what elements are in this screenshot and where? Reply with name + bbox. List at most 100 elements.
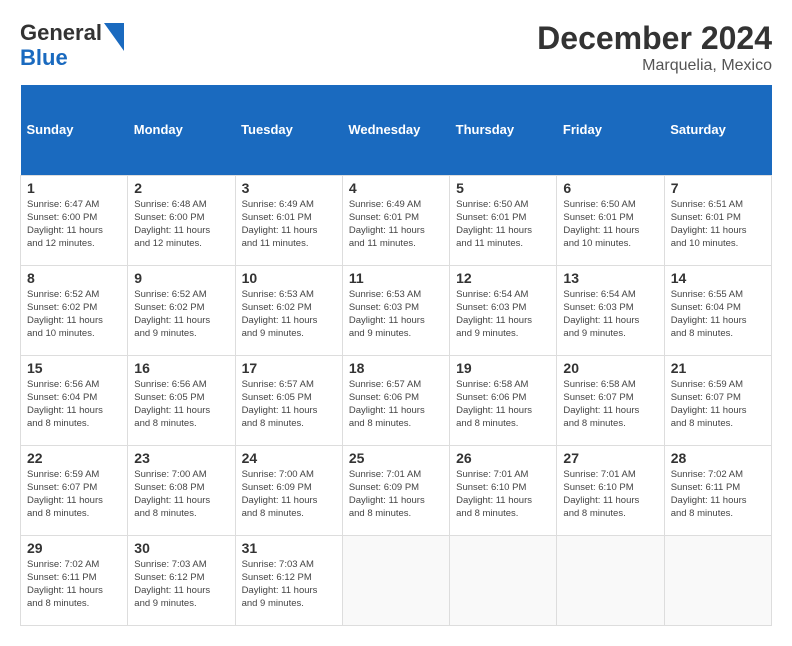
day-info: Sunrise: 6:59 AMSunset: 6:07 PMDaylight:… [671,378,765,431]
calendar-week-1: 1Sunrise: 6:47 AMSunset: 6:00 PMDaylight… [21,175,772,265]
day-info: Sunrise: 6:53 AMSunset: 6:02 PMDaylight:… [242,288,336,341]
day-info: Sunrise: 7:00 AMSunset: 6:09 PMDaylight:… [242,468,336,521]
day-number: 27 [563,450,657,466]
day-info: Sunrise: 6:54 AMSunset: 6:03 PMDaylight:… [456,288,550,341]
day-number: 30 [134,540,228,556]
day-number: 16 [134,360,228,376]
weekday-header-sunday: Sunday [21,85,128,175]
calendar-cell: 2 Sunrise: 6:48 AMSunset: 6:00 PMDaylight… [128,175,235,265]
day-info: Sunrise: 6:54 AMSunset: 6:03 PMDaylight:… [563,288,657,341]
calendar-cell: 10 Sunrise: 6:53 AMSunset: 6:02 PMDayligh… [235,265,342,355]
calendar-cell: 4 Sunrise: 6:49 AMSunset: 6:01 PMDaylight… [342,175,449,265]
day-number: 11 [349,270,443,286]
day-info: Sunrise: 6:51 AMSunset: 6:01 PMDaylight:… [671,198,765,251]
day-number: 2 [134,180,228,196]
calendar-week-2: 8 Sunrise: 6:52 AMSunset: 6:02 PMDaylight… [21,265,772,355]
day-number: 29 [27,540,121,556]
day-info: Sunrise: 6:57 AMSunset: 6:06 PMDaylight:… [349,378,443,431]
weekday-header-thursday: Thursday [450,85,557,175]
day-number: 31 [242,540,336,556]
day-number: 22 [27,450,121,466]
day-info: Sunrise: 7:01 AMSunset: 6:10 PMDaylight:… [563,468,657,521]
day-info: Sunrise: 6:49 AMSunset: 6:01 PMDaylight:… [242,198,336,251]
calendar-cell: 13Sunrise: 6:54 AMSunset: 6:03 PMDayligh… [557,265,664,355]
calendar-table: SundayMondayTuesdayWednesdayThursdayFrid… [20,85,772,626]
day-info: Sunrise: 6:50 AMSunset: 6:01 PMDaylight:… [456,198,550,251]
day-number: 12 [456,270,550,286]
day-number: 28 [671,450,765,466]
calendar-cell: 24 Sunrise: 7:00 AMSunset: 6:09 PMDayligh… [235,445,342,535]
day-number: 7 [671,180,765,196]
day-info: Sunrise: 6:52 AMSunset: 6:02 PMDaylight:… [134,288,228,341]
day-info: Sunrise: 6:57 AMSunset: 6:05 PMDaylight:… [242,378,336,431]
calendar-cell: 27 Sunrise: 7:01 AMSunset: 6:10 PMDayligh… [557,445,664,535]
calendar-cell: 25 Sunrise: 7:01 AMSunset: 6:09 PMDayligh… [342,445,449,535]
calendar-cell: 21 Sunrise: 6:59 AMSunset: 6:07 PMDayligh… [664,355,771,445]
weekday-header-saturday: Saturday [664,85,771,175]
day-info: Sunrise: 7:00 AMSunset: 6:08 PMDaylight:… [134,468,228,521]
day-info: Sunrise: 6:56 AMSunset: 6:04 PMDaylight:… [27,378,121,431]
calendar-cell: 18 Sunrise: 6:57 AMSunset: 6:06 PMDayligh… [342,355,449,445]
day-info: Sunrise: 6:56 AMSunset: 6:05 PMDaylight:… [134,378,228,431]
day-info: Sunrise: 7:01 AMSunset: 6:09 PMDaylight:… [349,468,443,521]
calendar-cell: 9 Sunrise: 6:52 AMSunset: 6:02 PMDaylight… [128,265,235,355]
day-number: 19 [456,360,550,376]
logo-blue: Blue [20,45,102,70]
calendar-cell: 17Sunrise: 6:57 AMSunset: 6:05 PMDayligh… [235,355,342,445]
day-number: 8 [27,270,121,286]
calendar-cell: 5Sunrise: 6:50 AMSunset: 6:01 PMDaylight… [450,175,557,265]
day-number: 21 [671,360,765,376]
day-number: 14 [671,270,765,286]
day-number: 9 [134,270,228,286]
day-number: 18 [349,360,443,376]
calendar-cell: 14 Sunrise: 6:55 AMSunset: 6:04 PMDayligh… [664,265,771,355]
day-info: Sunrise: 6:58 AMSunset: 6:06 PMDaylight:… [456,378,550,431]
calendar-cell: 1Sunrise: 6:47 AMSunset: 6:00 PMDaylight… [21,175,128,265]
page-title: December 2024 [537,20,772,57]
day-info: Sunrise: 6:50 AMSunset: 6:01 PMDaylight:… [563,198,657,251]
calendar-cell: 26Sunrise: 7:01 AMSunset: 6:10 PMDayligh… [450,445,557,535]
calendar-week-3: 15 Sunrise: 6:56 AMSunset: 6:04 PMDayligh… [21,355,772,445]
day-number: 24 [242,450,336,466]
day-info: Sunrise: 7:03 AMSunset: 6:12 PMDaylight:… [242,558,336,611]
weekday-header-tuesday: Tuesday [235,85,342,175]
logo-general: General [20,20,102,45]
calendar-cell: 11 Sunrise: 6:53 AMSunset: 6:03 PMDayligh… [342,265,449,355]
page-subtitle: Marquelia, Mexico [537,57,772,75]
day-info: Sunrise: 6:48 AMSunset: 6:00 PMDaylight:… [134,198,228,251]
day-number: 10 [242,270,336,286]
day-info: Sunrise: 6:47 AMSunset: 6:00 PMDaylight:… [27,198,121,251]
day-number: 25 [349,450,443,466]
logo: General Blue [20,20,110,71]
calendar-cell: 23Sunrise: 7:00 AMSunset: 6:08 PMDayligh… [128,445,235,535]
weekday-header-wednesday: Wednesday [342,85,449,175]
calendar-cell: 12 Sunrise: 6:54 AMSunset: 6:03 PMDayligh… [450,265,557,355]
weekday-header-row: SundayMondayTuesdayWednesdayThursdayFrid… [21,85,772,175]
day-info: Sunrise: 6:59 AMSunset: 6:07 PMDaylight:… [27,468,121,521]
logo-arrow-icon [104,23,124,51]
title-section: December 2024 Marquelia, Mexico [537,20,772,75]
calendar-cell: 15 Sunrise: 6:56 AMSunset: 6:04 PMDayligh… [21,355,128,445]
calendar-week-4: 22 Sunrise: 6:59 AMSunset: 6:07 PMDayligh… [21,445,772,535]
day-info: Sunrise: 6:58 AMSunset: 6:07 PMDaylight:… [563,378,657,431]
calendar-cell: 16 Sunrise: 6:56 AMSunset: 6:05 PMDayligh… [128,355,235,445]
calendar-cell: 7 Sunrise: 6:51 AMSunset: 6:01 PMDaylight… [664,175,771,265]
day-info: Sunrise: 6:49 AMSunset: 6:01 PMDaylight:… [349,198,443,251]
weekday-header-friday: Friday [557,85,664,175]
day-number: 6 [563,180,657,196]
weekday-header-monday: Monday [128,85,235,175]
day-info: Sunrise: 6:52 AMSunset: 6:02 PMDaylight:… [27,288,121,341]
calendar-cell: 8 Sunrise: 6:52 AMSunset: 6:02 PMDaylight… [21,265,128,355]
day-info: Sunrise: 7:02 AMSunset: 6:11 PMDaylight:… [27,558,121,611]
page-header: General Blue December 2024 Marquelia, Me… [20,20,772,75]
day-info: Sunrise: 6:53 AMSunset: 6:03 PMDaylight:… [349,288,443,341]
day-info: Sunrise: 6:55 AMSunset: 6:04 PMDaylight:… [671,288,765,341]
calendar-cell: 20 Sunrise: 6:58 AMSunset: 6:07 PMDayligh… [557,355,664,445]
calendar-cell: 28 Sunrise: 7:02 AMSunset: 6:11 PMDayligh… [664,445,771,535]
day-number: 20 [563,360,657,376]
day-info: Sunrise: 7:02 AMSunset: 6:11 PMDaylight:… [671,468,765,521]
calendar-cell: 3Sunrise: 6:49 AMSunset: 6:01 PMDaylight… [235,175,342,265]
calendar-cell: 19 Sunrise: 6:58 AMSunset: 6:06 PMDayligh… [450,355,557,445]
day-number: 15 [27,360,121,376]
day-number: 4 [349,180,443,196]
